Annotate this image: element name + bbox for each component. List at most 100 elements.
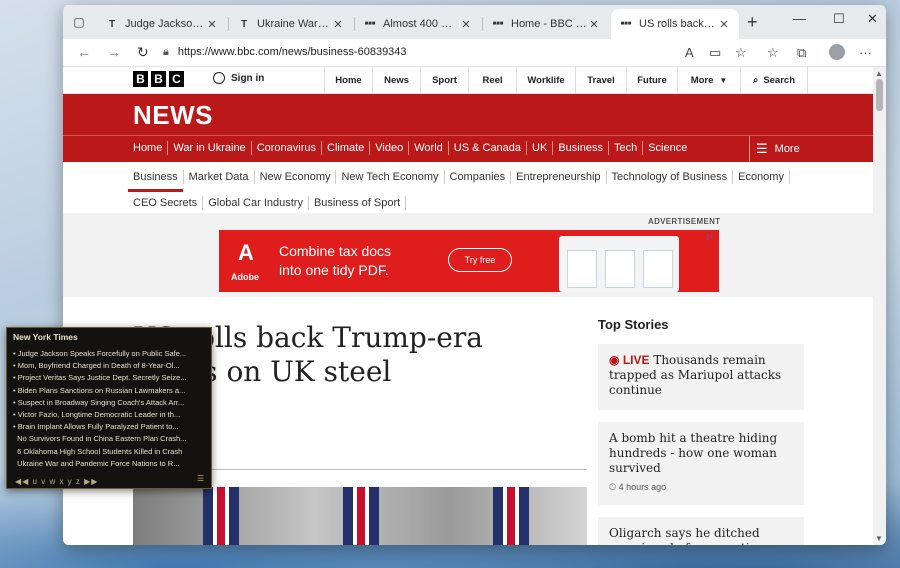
- favorites-add-icon[interactable]: ☆: [735, 45, 747, 61]
- section-world[interactable]: World: [409, 141, 449, 155]
- logo-letter: B: [151, 71, 166, 87]
- topnav-search[interactable]: ⌕ Search: [740, 67, 808, 93]
- top-stories-title: Top Stories: [598, 317, 669, 332]
- scroll-down-icon[interactable]: ▼: [875, 534, 883, 543]
- topnav-reel[interactable]: Reel: [468, 67, 516, 93]
- maximize-icon[interactable]: ☐: [833, 11, 845, 27]
- ad-try-free-button[interactable]: Try free: [448, 248, 512, 272]
- subnav-business-of-sport[interactable]: Business of Sport: [309, 196, 407, 210]
- section-video[interactable]: Video: [370, 141, 410, 155]
- widget-headline[interactable]: 6 Oklahoma High School Students Killed i…: [13, 446, 207, 458]
- subnav-entrepreneurship[interactable]: Entrepreneurship: [511, 170, 607, 184]
- widget-menu-icon[interactable]: ☰: [197, 474, 204, 483]
- tab-1[interactable]: T Judge Jackson Speaks F ✕: [97, 9, 227, 39]
- widget-headline[interactable]: • Suspect in Broadway Singing Coach's At…: [13, 397, 207, 409]
- prev-icon[interactable]: ◀◀: [15, 477, 29, 486]
- close-tab-icon[interactable]: ✕: [587, 18, 601, 31]
- scroll-up-icon[interactable]: ▲: [875, 69, 883, 78]
- lock-icon: 🔒︎: [163, 45, 169, 58]
- section-tech[interactable]: Tech: [609, 141, 644, 155]
- widget-headline[interactable]: • Biden Plans Sanctions on Russian Lawma…: [13, 385, 207, 397]
- topnav-travel[interactable]: Travel: [575, 67, 626, 93]
- search-icon: ⌕: [752, 74, 759, 86]
- back-icon[interactable]: ←: [77, 44, 91, 60]
- adobe-ad-banner[interactable]: A Adobe Combine tax docs into one tidy P…: [219, 230, 719, 292]
- tab-actions-icon[interactable]: ▢: [69, 12, 89, 32]
- close-tab-icon[interactable]: ✕: [331, 18, 345, 31]
- subnav-business[interactable]: Business: [128, 170, 184, 192]
- more-label: More: [690, 74, 714, 86]
- read-aloud-icon[interactable]: A: [685, 45, 694, 60]
- tab-5-active[interactable]: ■■■ US rolls back Trump-e ✕: [611, 9, 739, 39]
- subnav-economy[interactable]: Economy: [733, 170, 790, 184]
- nyt-news-widget[interactable]: New York Times • Judge Jackson Speaks Fo…: [6, 327, 212, 489]
- widget-headline[interactable]: No Survivors Found in China Eastern Plan…: [13, 433, 207, 445]
- ad-info-icon[interactable]: ▷: [707, 232, 717, 242]
- scroll-thumb[interactable]: [876, 79, 883, 111]
- user-icon: [213, 72, 225, 84]
- widget-headline[interactable]: • Project Veritas Says Justice Dept. Sec…: [13, 372, 207, 384]
- bbc-logo[interactable]: B B C: [133, 71, 184, 87]
- sign-in-label: Sign in: [231, 72, 265, 84]
- section-uk[interactable]: UK: [527, 141, 554, 155]
- favorites-icon[interactable]: ☆: [767, 45, 779, 61]
- section-home[interactable]: Home: [128, 141, 169, 155]
- new-tab-icon[interactable]: +: [747, 13, 758, 31]
- ad-brand: Adobe: [231, 272, 259, 282]
- topnav-sport[interactable]: Sport: [420, 67, 468, 93]
- next-icon[interactable]: ▶▶: [84, 477, 98, 486]
- sign-in-link[interactable]: Sign in: [213, 72, 264, 84]
- subnav-technology-of-business[interactable]: Technology of Business: [607, 170, 734, 184]
- widget-headline[interactable]: • Brain Implant Allows Fully Paralyzed P…: [13, 421, 207, 433]
- subnav-new-economy[interactable]: New Economy: [255, 170, 337, 184]
- tab-4[interactable]: ■■■ Home - BBC News ✕: [483, 9, 609, 39]
- refresh-icon[interactable]: ↻: [137, 44, 149, 61]
- top-story-3[interactable]: Oligarch says he ditched mansions before…: [598, 517, 804, 545]
- section-coronavirus[interactable]: Coronavirus: [252, 141, 322, 155]
- topnav-future[interactable]: Future: [626, 67, 677, 93]
- widget-headline[interactable]: • Victor Fazio, Longtime Democratic Lead…: [13, 409, 207, 421]
- close-window-icon[interactable]: ✕: [867, 11, 878, 27]
- minimize-icon[interactable]: —: [793, 11, 806, 26]
- topnav-more[interactable]: More ▼: [677, 67, 740, 93]
- section-climate[interactable]: Climate: [322, 141, 371, 155]
- close-tab-icon[interactable]: ✕: [717, 18, 731, 31]
- sections-more-button[interactable]: ☰ More: [749, 136, 873, 162]
- page-scrollbar[interactable]: ▲ ▼: [873, 67, 886, 545]
- url-field[interactable]: 🔒︎ https://www.bbc.com/news/business-608…: [163, 41, 663, 63]
- topnav-news[interactable]: News: [372, 67, 420, 93]
- forward-icon[interactable]: →: [107, 44, 121, 60]
- search-label: Search: [763, 74, 795, 86]
- close-tab-icon[interactable]: ✕: [205, 18, 219, 31]
- section-business[interactable]: Business: [553, 141, 609, 155]
- widget-pager[interactable]: ◀◀ u v w x y z ▶▶: [15, 477, 98, 486]
- widget-headline[interactable]: • Mom, Boyfriend Charged in Death of 8-Y…: [13, 360, 207, 372]
- section-war-in-ukraine[interactable]: War in Ukraine: [168, 141, 252, 155]
- top-story-2[interactable]: A bomb hit a theatre hiding hundreds - h…: [598, 422, 804, 505]
- menu-icon[interactable]: ···: [859, 45, 872, 60]
- subnav-global-car-industry[interactable]: Global Car Industry: [203, 196, 309, 210]
- ad-label: ADVERTISEMENT: [648, 217, 721, 226]
- tab-3[interactable]: ■■■ Almost 400 migrants c ✕: [355, 9, 481, 39]
- subnav-companies[interactable]: Companies: [445, 170, 512, 184]
- collections-icon[interactable]: ⧉: [797, 45, 806, 61]
- section-us-canada[interactable]: US & Canada: [449, 141, 528, 155]
- widget-headline[interactable]: • Judge Jackson Speaks Forcefully on Pub…: [13, 348, 207, 360]
- tab-title: US rolls back Trump-e: [639, 18, 717, 30]
- top-story-1[interactable]: ◉ LIVE Thousands remain trapped as Mariu…: [598, 344, 804, 410]
- news-title[interactable]: NEWS: [133, 100, 213, 131]
- subnav-market-data[interactable]: Market Data: [184, 170, 255, 184]
- widget-headline[interactable]: Ukraine War and Pandemic Force Nations t…: [13, 458, 207, 470]
- ad-line-1: Combine tax docs: [279, 243, 392, 259]
- topnav-home[interactable]: Home: [324, 67, 372, 93]
- close-tab-icon[interactable]: ✕: [459, 18, 473, 31]
- subnav-new-tech-economy[interactable]: New Tech Economy: [336, 170, 445, 184]
- topnav-worklife[interactable]: Worklife: [516, 67, 575, 93]
- immersive-reader-icon[interactable]: ▭: [709, 45, 721, 61]
- article-image: [133, 487, 587, 545]
- section-science[interactable]: Science: [643, 141, 692, 155]
- tab-2[interactable]: T Ukraine War and Pande ✕: [229, 9, 353, 39]
- subnav-ceo-secrets[interactable]: CEO Secrets: [128, 196, 204, 210]
- pager-letters: u v w x y z: [32, 477, 81, 486]
- profile-icon[interactable]: [829, 44, 845, 60]
